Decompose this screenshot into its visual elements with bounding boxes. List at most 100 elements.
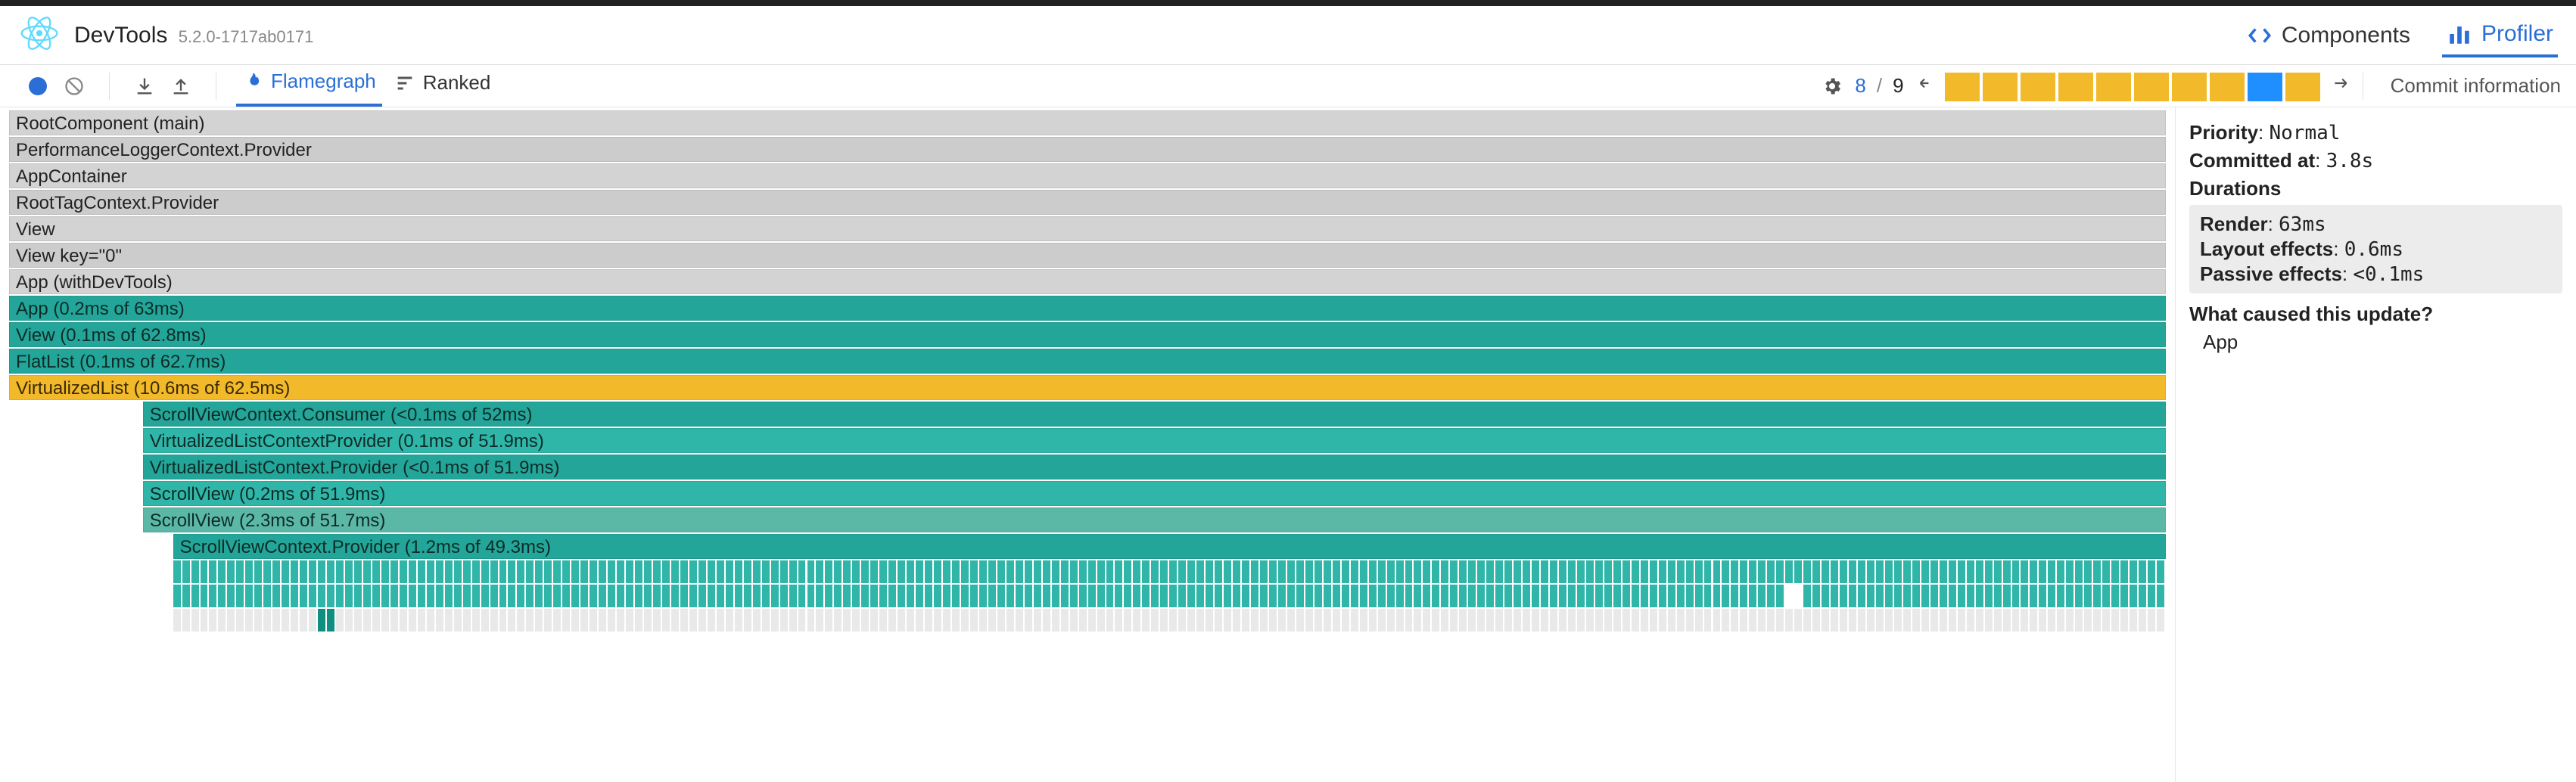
flame-leaf-cell[interactable] <box>644 609 653 631</box>
flame-leaf-cell[interactable] <box>1233 560 1242 583</box>
flame-leaf-cell[interactable] <box>1749 609 1758 631</box>
flame-leaf-cell[interactable] <box>454 609 463 631</box>
flame-leaf-cell[interactable] <box>300 560 309 583</box>
flame-leaf-cell[interactable] <box>1369 560 1378 583</box>
flame-leaf-cell[interactable] <box>789 585 798 607</box>
flame-leaf-cell[interactable] <box>671 585 680 607</box>
flame-leaf-cell[interactable] <box>988 585 997 607</box>
flame-leaf-cell[interactable] <box>1930 585 1940 607</box>
flame-leaf-cell[interactable] <box>562 609 571 631</box>
flame-leaf-cell[interactable] <box>418 560 427 583</box>
flame-leaf-cell[interactable] <box>879 560 888 583</box>
flame-leaf-cell[interactable] <box>1532 609 1541 631</box>
flame-leaf-cell[interactable] <box>961 609 970 631</box>
flame-leaf-cell[interactable] <box>644 560 653 583</box>
flame-leaf-cell[interactable] <box>1967 609 1976 631</box>
flame-leaf-cell[interactable] <box>201 560 210 583</box>
flame-leaf-cell[interactable] <box>1052 560 1061 583</box>
commit-bar[interactable] <box>1945 73 1980 101</box>
flame-leaf-cell[interactable] <box>789 560 798 583</box>
flame-leaf-cell[interactable] <box>599 609 608 631</box>
flame-leaf-cell[interactable] <box>2057 560 2066 583</box>
flame-leaf-cell[interactable] <box>1495 609 1504 631</box>
flame-leaf-cell[interactable] <box>988 560 997 583</box>
flame-leaf-cell[interactable] <box>1713 585 1722 607</box>
flame-leaf-cell[interactable] <box>1822 585 1831 607</box>
flame-leaf-cell[interactable] <box>1070 609 1079 631</box>
flame-leaf-cell[interactable] <box>689 560 698 583</box>
flame-leaf-cell[interactable] <box>2093 609 2102 631</box>
flame-leaf-cell[interactable] <box>1468 560 1477 583</box>
flame-leaf-cell[interactable] <box>843 585 852 607</box>
flame-leaf-cell[interactable] <box>236 560 245 583</box>
flame-leaf-cell[interactable] <box>717 609 726 631</box>
flame-leaf-cell[interactable] <box>191 585 201 607</box>
flame-leaf-cell[interactable] <box>1178 560 1187 583</box>
flame-leaf-cell[interactable] <box>1659 609 1668 631</box>
flame-leaf-cell[interactable] <box>925 585 934 607</box>
flame-leaf-cell[interactable] <box>1278 609 1287 631</box>
flame-leaf-cell[interactable] <box>744 560 753 583</box>
flame-leaf-cell[interactable] <box>1867 560 1876 583</box>
flame-leaf-cell[interactable] <box>1432 560 1441 583</box>
flame-leaf-cell[interactable] <box>1749 585 1758 607</box>
flame-leaf-cell[interactable] <box>2120 560 2130 583</box>
flame-leaf-cell[interactable] <box>1169 609 1178 631</box>
flame-leaf-cell[interactable] <box>1912 560 1921 583</box>
flame-leaf-cell[interactable] <box>1849 609 1858 631</box>
mode-flamegraph[interactable]: Flamegraph <box>236 65 382 107</box>
flame-leaf-cell[interactable] <box>254 609 263 631</box>
flame-leaf-cell[interactable] <box>2003 585 2012 607</box>
flame-leaf-cell[interactable] <box>2157 560 2166 583</box>
flame-leaf-cell[interactable] <box>653 609 662 631</box>
flame-leaf-cell[interactable] <box>1568 560 1577 583</box>
flame-leaf-cell[interactable] <box>1459 609 1468 631</box>
flame-leaf-cell[interactable] <box>1967 560 1976 583</box>
flame-leaf-cell[interactable] <box>852 585 861 607</box>
flame-leaf-cell[interactable] <box>1822 609 1831 631</box>
flame-leaf-cell[interactable] <box>888 560 898 583</box>
flame-leaf-cell[interactable] <box>1504 609 1514 631</box>
flame-leaf-cell[interactable] <box>2093 560 2102 583</box>
flame-leaf-cell[interactable] <box>961 585 970 607</box>
flame-leaf-cell[interactable] <box>1958 585 1967 607</box>
flame-leaf-cell[interactable] <box>1006 585 1016 607</box>
flame-leaf-cell[interactable] <box>608 609 617 631</box>
flame-leaf-cell[interactable] <box>1196 609 1206 631</box>
flame-leaf-cell[interactable] <box>952 585 961 607</box>
flame-leaf-cell[interactable] <box>1613 585 1622 607</box>
flame-leaf-cell[interactable] <box>907 609 916 631</box>
flame-leaf-cell[interactable] <box>1958 609 1967 631</box>
flame-leaf-cell[interactable] <box>1414 585 1423 607</box>
flame-leaf-cell[interactable] <box>825 560 834 583</box>
flame-leaf-cell[interactable] <box>717 560 726 583</box>
flame-leaf-cell[interactable] <box>1423 585 1432 607</box>
flame-leaf-cell[interactable] <box>517 560 526 583</box>
flame-leaf-cell[interactable] <box>816 609 825 631</box>
flame-leaf-cell[interactable] <box>735 585 744 607</box>
flame-leaf-cell[interactable] <box>1378 560 1387 583</box>
flame-leaf-cell[interactable] <box>1043 560 1052 583</box>
flame-leaf-cell[interactable] <box>1251 609 1260 631</box>
flame-leaf-cell[interactable] <box>1441 609 1450 631</box>
flame-leaf-cell[interactable] <box>1160 585 1169 607</box>
flame-leaf-cell[interactable] <box>1514 585 1523 607</box>
flame-bar[interactable]: VirtualizedList (10.6ms of 62.5ms) <box>9 375 2166 400</box>
flame-leaf-cell[interactable] <box>1324 585 1333 607</box>
flame-leaf-cell[interactable] <box>1713 560 1722 583</box>
flame-leaf-cell[interactable] <box>1885 560 1894 583</box>
flame-leaf-cell[interactable] <box>2012 585 2021 607</box>
flame-leaf-cell[interactable] <box>599 560 608 583</box>
flame-leaf-cell[interactable] <box>580 585 590 607</box>
flame-leaf-cell[interactable] <box>1785 585 1794 607</box>
flame-leaf-cell[interactable] <box>1378 609 1387 631</box>
flame-leaf-cell[interactable] <box>1333 560 1342 583</box>
flame-leaf-cell[interactable] <box>1940 560 1949 583</box>
flame-leaf-cell[interactable] <box>191 560 201 583</box>
flame-leaf-cell[interactable] <box>1287 609 1296 631</box>
flame-leaf-cell[interactable] <box>2057 585 2066 607</box>
flame-leaf-cell[interactable] <box>1251 560 1260 583</box>
flame-leaf-cell[interactable] <box>943 609 952 631</box>
flame-leaf-cell[interactable] <box>825 609 834 631</box>
flame-leaf-cell[interactable] <box>1133 585 1142 607</box>
